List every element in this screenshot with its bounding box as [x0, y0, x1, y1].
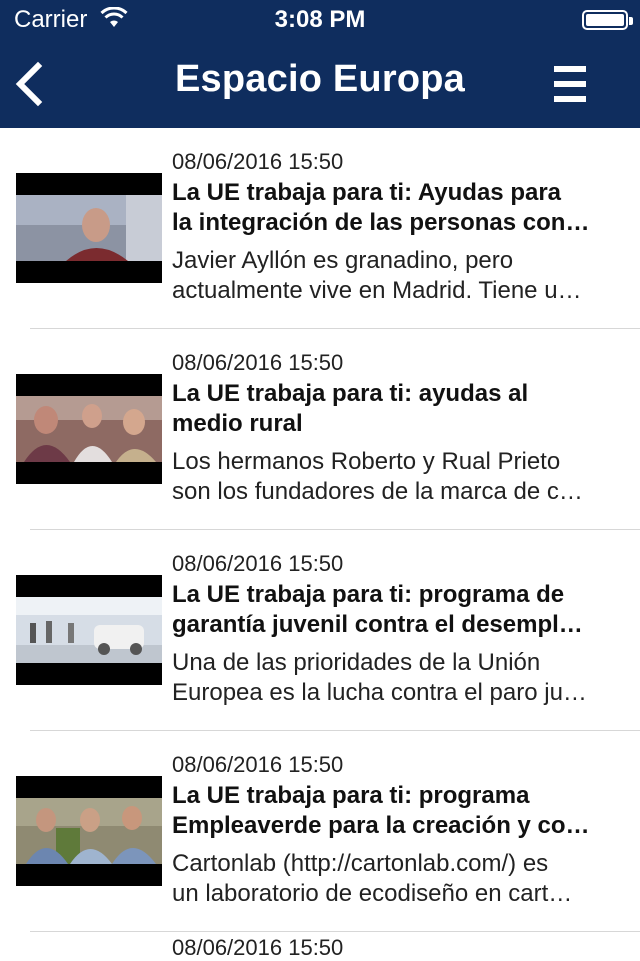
list-item[interactable]: 08/06/2016 15:50 La UE trabaja para ti: …	[16, 128, 640, 329]
thumbnail-image	[16, 798, 162, 864]
item-description: Los hermanos Roberto y Rual Prieto son l…	[172, 448, 583, 505]
item-description: Una de las prioridades de la Unión Europ…	[172, 649, 587, 706]
clock: 3:08 PM	[274, 6, 366, 33]
video-thumbnail	[16, 374, 162, 484]
video-thumbnail	[16, 776, 162, 886]
item-title: La UE trabaja para ti: ayudas al medio r…	[172, 380, 529, 437]
item-title: La UE trabaja para ti: programa de garan…	[172, 581, 583, 638]
item-date: 08/06/2016 15:50	[172, 752, 344, 777]
list-item[interactable]: 08/06/2016 15:50 La UE trabaja para ti: …	[16, 329, 640, 530]
navigation-bar: Espacio Europa	[0, 40, 640, 128]
hamburger-menu-icon[interactable]	[554, 66, 586, 104]
video-thumbnail	[16, 575, 162, 685]
video-thumbnail	[16, 173, 162, 283]
header: Carrier 3:08 PM Espacio Europa	[0, 0, 640, 128]
thumbnail-image	[16, 597, 162, 663]
battery-icon	[582, 10, 633, 30]
item-date: 08/06/2016 15:50	[172, 935, 344, 960]
item-date: 08/06/2016 15:50	[172, 350, 344, 375]
status-bar: Carrier 3:08 PM	[0, 0, 640, 40]
thumbnail-image	[16, 396, 162, 462]
list-item[interactable]: 08/06/2016 15:50 La UE trabaja para ti: …	[16, 731, 640, 932]
item-description: Cartonlab (http://cartonlab.com/) es un …	[172, 850, 573, 907]
list-item[interactable]: 08/06/2016 15:50 La UE trabaja para ti: …	[16, 530, 640, 731]
item-title: La UE trabaja para ti: programa Empleave…	[172, 782, 590, 839]
item-title: La UE trabaja para ti: Ayudas para la in…	[172, 179, 590, 236]
article-list: 08/06/2016 15:50 La UE trabaja para ti: …	[0, 128, 640, 960]
item-date: 08/06/2016 15:50	[172, 149, 344, 174]
thumbnail-image	[16, 195, 162, 261]
item-date: 08/06/2016 15:50	[172, 551, 344, 576]
page-title: Espacio Europa	[175, 58, 465, 100]
item-description: Javier Ayllón es granadino, pero actualm…	[172, 247, 582, 304]
